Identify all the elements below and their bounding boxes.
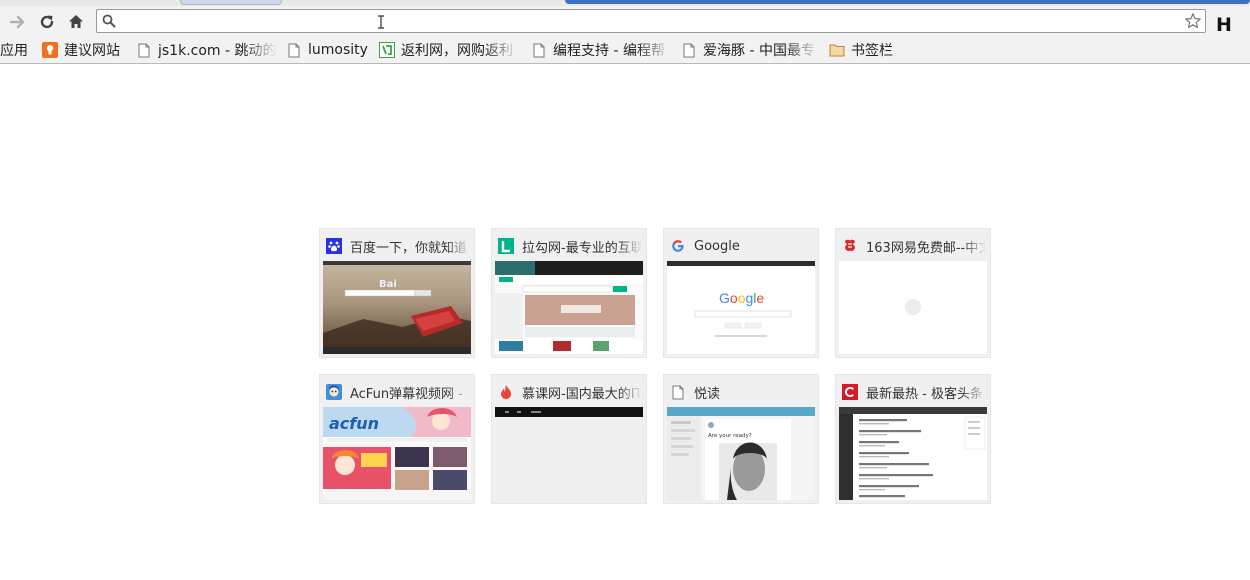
address-bar[interactable] xyxy=(96,9,1206,33)
tile-thumbnail xyxy=(839,407,987,500)
baidu-icon xyxy=(326,238,342,254)
tile-title: AcFun弹幕视频网 - 认真 xyxy=(350,386,470,402)
tile-title: 163网易免费邮--中文邮 xyxy=(866,240,986,256)
bookmark-label: lumosity xyxy=(308,42,368,58)
google-icon xyxy=(670,238,686,254)
csdn-icon xyxy=(842,384,858,400)
tile-lagou[interactable]: 拉勾网-最专业的互联网 xyxy=(491,228,647,358)
bookmark-label: 返利网，网购返利 xyxy=(401,43,513,59)
page-icon xyxy=(136,42,152,58)
tile-title: 慕课网-国内最大的IT技 xyxy=(522,386,642,402)
tile-acfun[interactable]: AcFun弹幕视频网 - 认真 acfun xyxy=(319,374,475,504)
bookmark-label: 爱海豚 - 中国最专 xyxy=(703,43,815,59)
bookmark-apps[interactable]: 应用 xyxy=(0,40,28,60)
page-icon xyxy=(286,42,302,58)
tile-header: 百度一下，你就知道 xyxy=(326,235,470,257)
reload-icon xyxy=(40,15,54,29)
bookmark-label: 建议网站 xyxy=(64,43,120,59)
bookmark-label: js1k.com - 跳动的 xyxy=(158,43,277,59)
bookmark-label: 编程支持 - 编程帮 xyxy=(553,43,665,59)
tile-thumbnail: Are your ready? xyxy=(667,407,815,500)
home-button[interactable] xyxy=(64,10,88,34)
tile-thumbnail: acfun xyxy=(323,407,471,500)
bookmark-bianchengbang[interactable]: 编程支持 - 编程帮 xyxy=(531,40,671,60)
svg-text:Bai: Bai xyxy=(379,279,397,290)
acfun-icon xyxy=(326,384,342,400)
bookmark-label: 应用 xyxy=(0,43,28,59)
tile-thumbnail: Google xyxy=(667,261,815,354)
netease-icon xyxy=(842,238,858,254)
bookmark-suggested-sites[interactable]: 建议网站 xyxy=(42,40,120,60)
tile-thumbnail xyxy=(495,407,643,500)
tile-header: 拉勾网-最专业的互联网 xyxy=(498,235,642,257)
bookmark-folder[interactable]: 书签栏 xyxy=(829,40,893,60)
bookmark-star-icon[interactable] xyxy=(1184,12,1202,30)
bookmark-fanli[interactable]: 返利网，网购返利 xyxy=(379,40,519,60)
home-icon xyxy=(69,15,83,28)
bookmark-js1k[interactable]: js1k.com - 跳动的 xyxy=(136,40,278,60)
tile-header: 最新最热 - 极客头条 - C xyxy=(842,381,986,403)
lagou-icon xyxy=(498,238,514,254)
tab-inactive[interactable] xyxy=(180,0,282,5)
tile-title: 最新最热 - 极客头条 - C xyxy=(866,386,986,402)
tile-thumbnail xyxy=(495,261,643,354)
tile-header: Google xyxy=(670,235,814,257)
tab-active[interactable] xyxy=(565,0,1250,4)
text-cursor-icon xyxy=(378,15,384,29)
tile-header: 163网易免费邮--中文邮 xyxy=(842,235,986,257)
tile-header: AcFun弹幕视频网 - 认真 xyxy=(326,381,470,403)
address-input[interactable] xyxy=(121,12,1171,30)
fanli-icon xyxy=(379,42,395,58)
tile-google[interactable]: Google Google xyxy=(663,228,819,358)
tile-title: 悦读 xyxy=(694,386,721,402)
tile-title: 拉勾网-最专业的互联网 xyxy=(522,240,642,256)
svg-text:acfun: acfun xyxy=(329,414,379,433)
reload-button[interactable] xyxy=(35,10,59,34)
tile-163-mail[interactable]: 163网易免费邮--中文邮 xyxy=(835,228,991,358)
page-icon xyxy=(670,384,686,400)
arrow-right-icon xyxy=(9,15,25,29)
tile-yuedu[interactable]: 悦读 Are your ready? xyxy=(663,374,819,504)
tile-baidu[interactable]: 百度一下，你就知道 Bai xyxy=(319,228,475,358)
bookmarks-bar: 应用 建议网站 js1k.com - 跳动的 lumosity 返利网，网购返利… xyxy=(0,38,1250,64)
imooc-icon xyxy=(498,384,514,400)
page-icon xyxy=(531,42,547,58)
tile-header: 慕课网-国内最大的IT技 xyxy=(498,381,642,403)
tile-csdn-geek[interactable]: 最新最热 - 极客头条 - C xyxy=(835,374,991,504)
bookmark-aihaitun[interactable]: 爱海豚 - 中国最专 xyxy=(681,40,819,60)
tile-thumbnail xyxy=(839,261,987,354)
suggested-sites-icon xyxy=(42,42,58,58)
bookmark-lumosity[interactable]: lumosity xyxy=(286,40,368,60)
page-icon xyxy=(681,42,697,58)
tile-imooc[interactable]: 慕课网-国内最大的IT技 xyxy=(491,374,647,504)
tile-header: 悦读 xyxy=(670,381,814,403)
extension-button[interactable]: H xyxy=(1216,14,1232,36)
search-icon xyxy=(102,14,116,28)
browser-toolbar: H xyxy=(0,6,1250,38)
tile-thumbnail: Bai xyxy=(323,261,471,354)
folder-icon xyxy=(829,42,845,58)
tile-title: 百度一下，你就知道 xyxy=(350,240,468,256)
tile-title: Google xyxy=(694,238,740,254)
svg-text:Google: Google xyxy=(719,290,764,306)
bookmark-label: 书签栏 xyxy=(851,43,893,59)
tile-thumb-heading: Are your ready? xyxy=(708,433,752,439)
forward-button[interactable] xyxy=(6,10,30,34)
